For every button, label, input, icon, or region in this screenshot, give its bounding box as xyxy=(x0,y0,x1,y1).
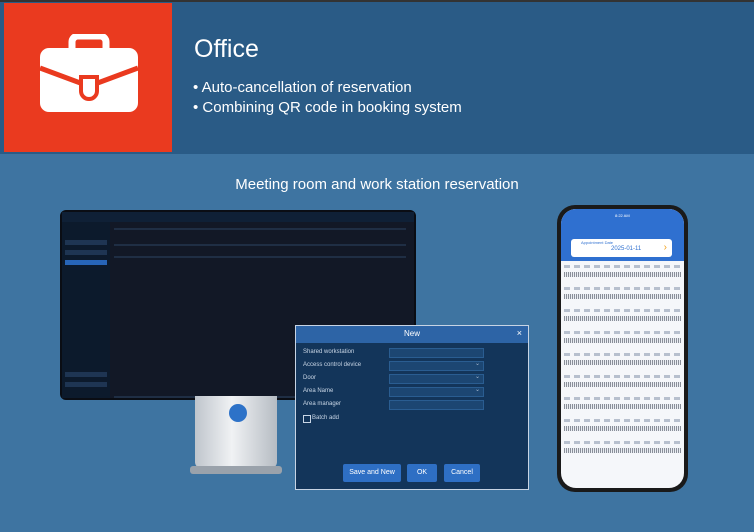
field-label-shared-workstation: Shared workstation xyxy=(303,349,355,355)
slot-labels xyxy=(564,287,681,290)
section-caption: Meeting room and work station reservatio… xyxy=(235,176,519,193)
slot-labels xyxy=(564,375,681,378)
monitor-sidebar-item-active xyxy=(65,260,107,265)
area-name-select[interactable]: ⌄ xyxy=(389,387,484,397)
field-label-access-control: Access control device xyxy=(303,362,362,368)
monitor-sidebar-item xyxy=(65,372,107,377)
slot-labels xyxy=(564,353,681,356)
time-slot-row[interactable] xyxy=(564,263,681,283)
chevron-down-icon: ⌄ xyxy=(474,361,480,367)
monitor-logo xyxy=(229,404,247,422)
cancel-button[interactable]: Cancel xyxy=(444,464,480,482)
access-control-select[interactable]: ⌄ xyxy=(389,361,484,371)
door-select[interactable]: ⌄ xyxy=(389,374,484,384)
slot-timeline xyxy=(564,448,681,453)
slot-timeline xyxy=(564,360,681,365)
slot-labels xyxy=(564,397,681,400)
time-slot-row[interactable] xyxy=(564,373,681,393)
dialog-title: New xyxy=(403,329,420,338)
appointment-date-label: Appointment Date xyxy=(581,240,614,245)
monitor-sidebar-item xyxy=(65,250,107,255)
time-slot-row[interactable] xyxy=(564,417,681,437)
monitor-toolbar xyxy=(114,244,406,246)
slot-labels xyxy=(564,265,681,268)
dialog-header: New × xyxy=(296,326,528,343)
time-slot-row[interactable] xyxy=(564,307,681,327)
monitor-topbar xyxy=(62,212,414,222)
batch-add-checkbox[interactable] xyxy=(303,415,311,423)
slot-labels xyxy=(564,309,681,312)
slot-timeline xyxy=(564,316,681,321)
top-strip xyxy=(0,0,754,2)
phone-time: 8:22 AM xyxy=(615,213,630,218)
feature-bullet-1: • Auto-cancellation of reservation xyxy=(193,79,412,96)
chevron-down-icon: ⌄ xyxy=(474,387,480,393)
field-label-area-name: Area Name xyxy=(303,388,334,394)
monitor-sidebar-item xyxy=(65,382,107,387)
appointment-date-value: 2025-01-11 xyxy=(611,246,642,252)
slot-labels xyxy=(564,419,681,422)
phone-screen: 8:22 AM Appointment Date 2025-01-11 › xyxy=(561,209,684,488)
monitor-filter-bar xyxy=(114,228,406,230)
monitor-table-header xyxy=(114,256,406,258)
time-slot-row[interactable] xyxy=(564,439,681,459)
slot-timeline xyxy=(564,294,681,299)
slot-timeline xyxy=(564,272,681,277)
close-icon[interactable]: × xyxy=(517,328,522,338)
time-slot-row[interactable] xyxy=(564,285,681,305)
save-and-new-button[interactable]: Save and New xyxy=(343,464,401,482)
page-title: Office xyxy=(194,35,259,63)
field-label-door: Door xyxy=(303,375,317,381)
appointment-date-card[interactable]: Appointment Date 2025-01-11 › xyxy=(571,239,672,257)
batch-add-label: Batch add xyxy=(312,415,340,421)
slot-timeline xyxy=(564,382,681,387)
shared-workstation-input[interactable] xyxy=(389,348,484,358)
time-slot-row[interactable] xyxy=(564,395,681,415)
slot-timeline xyxy=(564,338,681,343)
slot-labels xyxy=(564,441,681,444)
feature-bullet-2: • Combining QR code in booking system xyxy=(193,99,462,116)
slot-labels xyxy=(564,331,681,334)
field-label-area-manager: Area manager xyxy=(303,401,342,407)
briefcase-icon xyxy=(39,34,139,112)
slot-timeline xyxy=(564,404,681,409)
time-slot-row[interactable] xyxy=(564,329,681,349)
time-slot-row[interactable] xyxy=(564,351,681,371)
phone-header: 8:22 AM Appointment Date 2025-01-11 › xyxy=(561,209,684,261)
monitor-sidebar xyxy=(62,222,110,398)
monitor-base xyxy=(190,466,282,474)
chevron-down-icon: ⌄ xyxy=(474,374,480,380)
chevron-right-icon[interactable]: › xyxy=(664,242,667,253)
ok-button[interactable]: OK xyxy=(407,464,437,482)
monitor-sidebar-item xyxy=(65,240,107,245)
slot-timeline xyxy=(564,426,681,431)
area-manager-input[interactable] xyxy=(389,400,484,410)
